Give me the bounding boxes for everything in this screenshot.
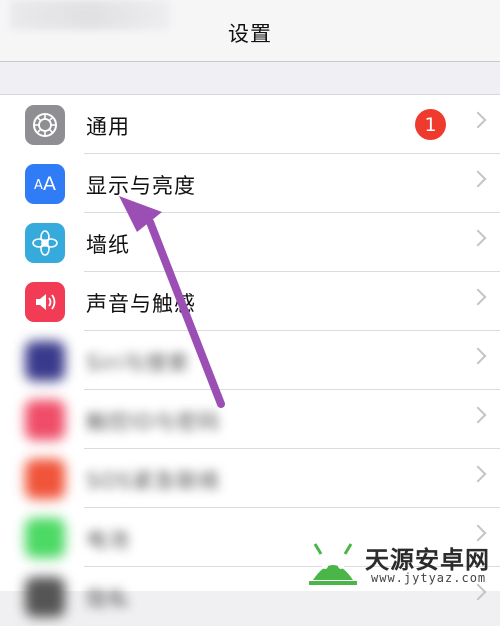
chevron-right-icon (469, 170, 487, 188)
settings-row-label: 墙纸 (86, 233, 130, 257)
gear-icon (25, 105, 65, 145)
settings-row-label: 显示与亮度 (86, 174, 196, 198)
settings-row-display-brightness[interactable]: AA 显示与亮度 (0, 154, 500, 213)
speaker-icon (25, 282, 65, 322)
settings-row-touch-id[interactable]: 触控ID与密码 (0, 390, 500, 449)
flower-icon (25, 223, 65, 263)
settings-row-label: SOS紧急联络 (86, 469, 221, 493)
settings-row-siri-search[interactable]: Siri与搜索 (0, 331, 500, 390)
chevron-right-icon (469, 288, 487, 306)
notification-badge: 1 (415, 109, 446, 140)
settings-row-label: 电池 (86, 528, 130, 552)
settings-row-label: 通用 (86, 115, 130, 139)
settings-row-sounds-haptics[interactable]: 声音与触感 (0, 272, 500, 331)
settings-row-label: 触控ID与密码 (86, 410, 221, 434)
chevron-right-icon (469, 347, 487, 365)
battery-icon (25, 518, 65, 558)
settings-row-label: 隐私 (86, 587, 130, 611)
chevron-right-icon (469, 465, 487, 483)
settings-list: 通用 1 AA 显示与亮度 墙纸 声音与触感 Siri与搜索 触控ID与密码 S… (0, 94, 500, 617)
settings-row-general[interactable]: 通用 1 (0, 95, 500, 154)
chevron-right-icon (469, 111, 487, 129)
settings-row-emergency-sos[interactable]: SOS紧急联络 (0, 449, 500, 508)
watermark-url: www.jytyaz.com (371, 571, 487, 585)
navigation-bar: 设置 (0, 0, 500, 62)
chevron-right-icon (469, 229, 487, 247)
settings-row-label: 声音与触感 (86, 292, 196, 316)
watermark: 天源安卓网 www.jytyaz.com (305, 538, 495, 588)
section-gap (0, 62, 500, 94)
android-logo-icon (309, 543, 357, 585)
settings-row-wallpaper[interactable]: 墙纸 (0, 213, 500, 272)
watermark-title: 天源安卓网 (365, 546, 490, 574)
sos-icon (25, 459, 65, 499)
hand-icon (25, 577, 65, 617)
settings-row-label: Siri与搜索 (86, 351, 190, 375)
siri-icon (25, 341, 65, 381)
text-size-icon: AA (25, 164, 65, 204)
chevron-right-icon (469, 406, 487, 424)
fingerprint-icon (25, 400, 65, 440)
page-title: 设置 (228, 22, 272, 46)
